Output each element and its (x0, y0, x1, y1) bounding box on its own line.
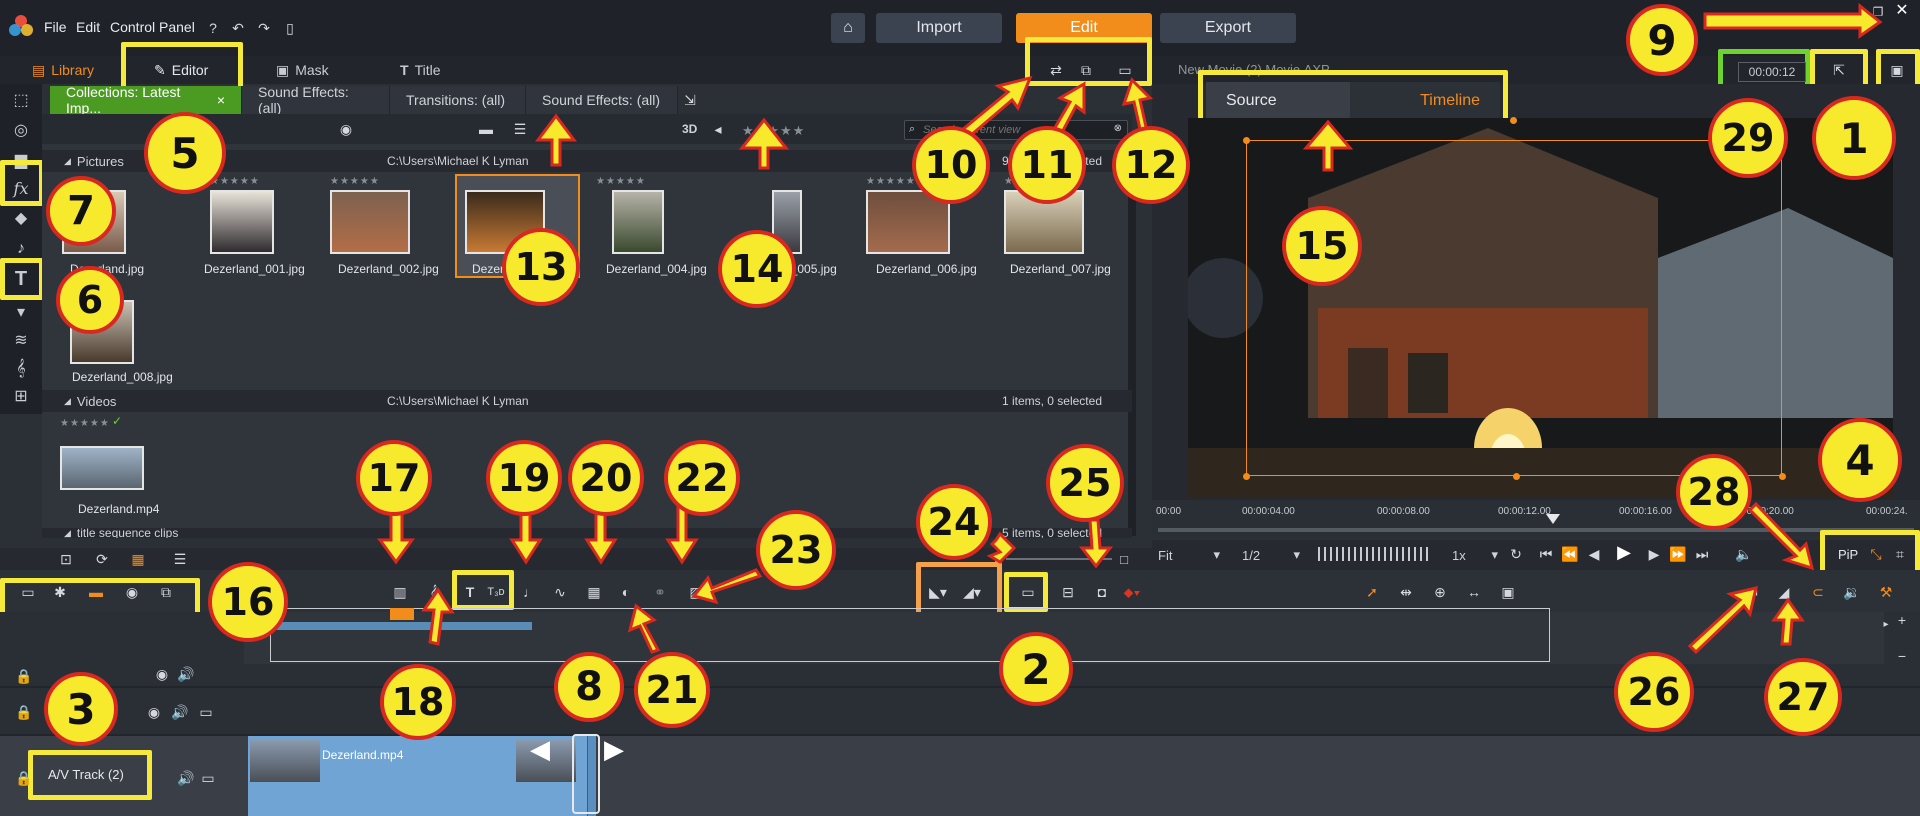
callout-11: 11 (1008, 126, 1086, 204)
callout-14: 14 (718, 230, 796, 308)
callout-8: 8 (554, 652, 624, 722)
callout-5: 5 (144, 112, 226, 194)
callout-19: 19 (486, 440, 562, 516)
callout-17: 17 (356, 440, 432, 516)
callout-4: 4 (1818, 418, 1902, 502)
callout-7: 7 (46, 176, 116, 246)
callout-10: 10 (912, 126, 990, 204)
callout-20: 20 (568, 440, 644, 516)
callout-13: 13 (502, 228, 580, 306)
callout-21: 21 (634, 652, 710, 728)
callout-12: 12 (1112, 126, 1190, 204)
callout-1: 1 (1812, 96, 1896, 180)
callout-9: 9 (1626, 4, 1698, 76)
callout-27: 27 (1764, 658, 1842, 736)
callout-22: 22 (664, 440, 740, 516)
callout-6: 6 (56, 266, 124, 334)
callout-26: 26 (1614, 652, 1694, 732)
callout-15: 15 (1282, 206, 1362, 286)
callout-25: 25 (1046, 444, 1124, 522)
callout-23: 23 (756, 510, 836, 590)
callout-29: 29 (1708, 98, 1788, 178)
callout-3: 3 (44, 672, 118, 746)
callout-16: 16 (208, 562, 288, 642)
callout-28: 28 (1676, 454, 1752, 530)
callout-24: 24 (916, 484, 992, 560)
callout-18: 18 (380, 664, 456, 740)
callout-2: 2 (999, 632, 1073, 706)
